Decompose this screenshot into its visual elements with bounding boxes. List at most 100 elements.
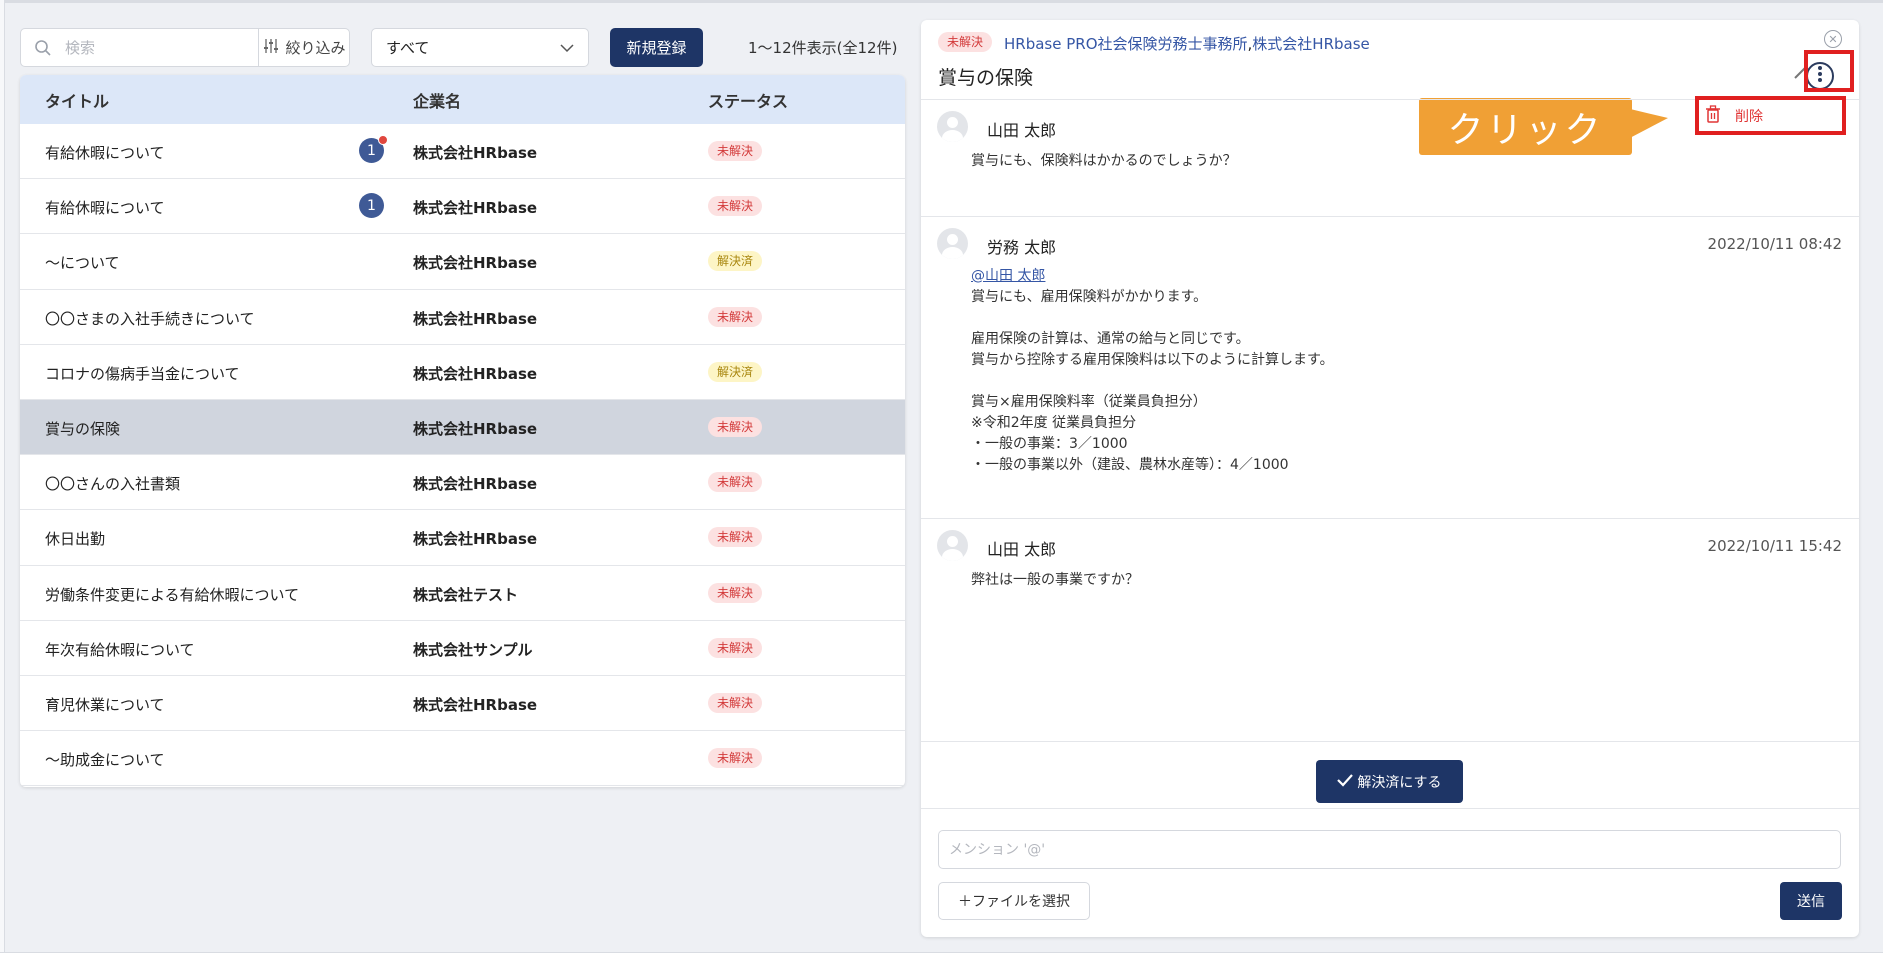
status-badge: 解決済	[708, 361, 763, 382]
row-company: 株式会社HRbase	[413, 254, 538, 273]
send-button[interactable]: 送信	[1780, 882, 1842, 920]
message-item: 山田 太郎 2022/10/11 15:42 弊社は一般の事業ですか？	[921, 518, 1859, 635]
header-status: ステータス	[708, 91, 789, 111]
status-badge: 未解決	[708, 472, 763, 493]
table-row[interactable]: コロナの傷病手当金について 株式会社HRbase 解決済	[20, 345, 905, 400]
row-company: 株式会社HRbase	[413, 364, 538, 383]
message-line: ※令和2年度 従業員負担分	[971, 415, 1137, 431]
filter-label: 絞り込み	[285, 39, 346, 57]
resolve-label: 解決済にする	[1357, 774, 1442, 791]
row-title: ～について	[45, 254, 120, 273]
unread-count: 1	[367, 197, 376, 214]
mention-input[interactable]	[938, 830, 1841, 869]
status-badge: 未解決	[708, 416, 763, 437]
status-badge: 未解決	[708, 692, 763, 713]
row-title: 〇〇さんの入社書類	[45, 475, 181, 494]
row-title: 有給休暇について	[45, 199, 165, 218]
row-company: 株式会社テスト	[413, 585, 519, 604]
table-row[interactable]: 休日出勤 株式会社HRbase 未解決	[20, 510, 905, 566]
sliders-icon	[263, 38, 279, 58]
resolve-button[interactable]: 解決済にする	[1316, 760, 1463, 803]
trash-icon	[1705, 104, 1721, 127]
message-item: 労務 太郎 2022/10/11 08:42 @山田 太郎賞与にも、雇用保険料がかか…	[921, 216, 1859, 519]
unread-count: 1	[367, 142, 376, 159]
message-line: ・一般の事業：3／1000	[971, 436, 1128, 452]
table-row[interactable]: 〇〇さんの入社書類 株式会社HRbase 未解決	[20, 455, 905, 511]
notification-dot	[378, 135, 388, 145]
row-title: 労働条件変更による有給休暇について	[45, 585, 300, 604]
row-company: 株式会社サンプル	[413, 640, 533, 659]
row-title: 年次有給休暇について	[45, 640, 195, 659]
table-row[interactable]: 賞与の保険 株式会社HRbase 未解決	[20, 399, 905, 456]
message-line: 雇用保険の計算は、通常の給与と同じです。	[971, 331, 1250, 347]
search-input[interactable]	[65, 38, 215, 57]
message-line: 賞与から控除する雇用保険料は以下のように計算します。	[971, 352, 1334, 368]
row-company: 株式会社HRbase	[413, 144, 538, 162]
delete-menu-item[interactable]: 削除	[1695, 96, 1846, 135]
status-badge: 未解決	[708, 196, 763, 217]
divider	[921, 808, 1859, 809]
avatar	[937, 111, 968, 142]
row-title: 賞与の保険	[45, 419, 121, 438]
message-line: 賞与×雇用保険料率（従業員負担分）	[971, 394, 1207, 410]
search-box: 絞り込み	[20, 28, 350, 67]
company-link-2[interactable]: 株式会社HRbase	[1252, 35, 1369, 53]
table-row[interactable]: ～について 株式会社HRbase 解決済	[20, 234, 905, 290]
message-time: 2022/10/11 08:42	[1707, 235, 1842, 253]
detail-companies: HRbase PRO社会保険労務士事務所,株式会社HRbase	[1004, 33, 1370, 54]
detail-status-badge: 未解決	[938, 32, 993, 52]
detail-title: 賞与の保険	[938, 67, 1034, 89]
table-row[interactable]: 年次有給休暇について 株式会社サンプル 未解決	[20, 621, 905, 676]
row-company: 株式会社HRbase	[413, 309, 538, 328]
message-line: 弊社は一般の事業ですか？	[971, 572, 1139, 588]
search-icon	[21, 39, 65, 57]
message-body: 賞与にも、保険料はかかるのでしょうか？	[971, 149, 1237, 174]
avatar	[937, 530, 968, 561]
file-select-button[interactable]: ＋ファイルを選択	[938, 882, 1090, 920]
table-row[interactable]: ～助成金について 未解決	[20, 731, 905, 787]
status-badge: 未解決	[708, 637, 763, 658]
row-title: 育児休業について	[45, 695, 165, 714]
status-badge: 未解決	[708, 141, 763, 161]
unread-count-badge: 1	[359, 193, 384, 219]
status-badge: 未解決	[708, 748, 763, 769]
table-row[interactable]: 有給休暇について 1 株式会社HRbase 未解決	[20, 124, 905, 180]
message-line: ・一般の事業以外（建設、農林水産等）：4／1000	[971, 457, 1289, 473]
chevron-down-icon	[560, 39, 574, 57]
header-company: 企業名	[413, 91, 462, 111]
message-body: 弊社は一般の事業ですか？	[971, 568, 1139, 593]
check-icon	[1337, 773, 1354, 791]
close-icon[interactable]: ✕	[1824, 30, 1842, 48]
table-row[interactable]: 育児休業について 株式会社HRbase 未解決	[20, 676, 905, 732]
header-title: タイトル	[45, 91, 110, 111]
message-line: 賞与にも、雇用保険料がかかります。	[971, 289, 1208, 305]
table-row[interactable]: 有給休暇について 1 株式会社HRbase 未解決	[20, 179, 905, 235]
new-register-button[interactable]: 新規登録	[610, 28, 703, 67]
row-title: 〇〇さまの入社手続きについて	[45, 309, 255, 328]
table-body: 有給休暇について 1 株式会社HRbase 未解決 有給休暇について 1 株式会社HRbas…	[20, 124, 905, 787]
message-line: 賞与にも、保険料はかかるのでしょうか？	[971, 153, 1237, 169]
result-count: 1～12件表示(全12件)	[748, 39, 898, 57]
row-company: 株式会社HRbase	[413, 695, 538, 714]
row-title: ～助成金について	[45, 751, 165, 770]
status-select[interactable]: すべて	[371, 28, 589, 67]
row-company: 株式会社HRbase	[413, 530, 538, 549]
row-title: 有給休暇について	[45, 144, 165, 162]
company-link-1[interactable]: HRbase PRO社会保険労務士事務所	[1004, 35, 1248, 53]
table-row[interactable]: 労働条件変更による有給休暇について 株式会社テスト 未解決	[20, 566, 905, 621]
row-title: 休日出勤	[45, 530, 106, 549]
delete-label: 削除	[1735, 108, 1763, 125]
table-row[interactable]: 〇〇さまの入社手続きについて 株式会社HRbase 未解決	[20, 290, 905, 345]
message-time: 2022/10/11 15:42	[1707, 537, 1842, 555]
mention-link[interactable]: @山田 太郎	[971, 266, 1334, 287]
filter-button[interactable]: 絞り込み	[258, 29, 350, 66]
row-company: 株式会社HRbase	[413, 475, 538, 494]
message-author: 労務 太郎	[987, 238, 1057, 257]
divider	[921, 741, 1859, 742]
detail-panel: 未解決 HRbase PRO社会保険労務士事務所,株式会社HRbase ✕ 賞与…	[921, 20, 1859, 937]
table-header: タイトル 企業名 ステータス	[20, 75, 905, 124]
message-line	[971, 371, 1334, 392]
message-body: @山田 太郎賞与にも、雇用保険料がかかります。雇用保険の計算は、通常の給与と同じ…	[971, 266, 1334, 476]
message-author: 山田 太郎	[987, 540, 1057, 559]
status-badge: 未解決	[708, 527, 763, 548]
